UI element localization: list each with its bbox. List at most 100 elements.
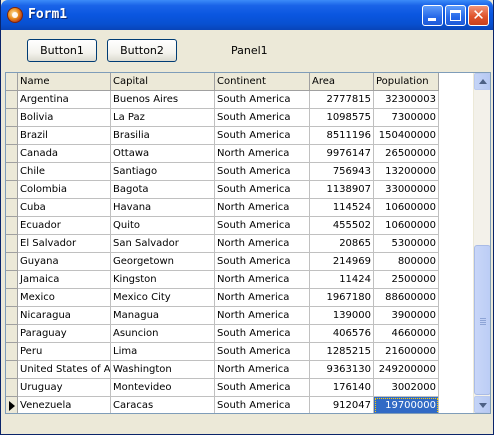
grid-cell-continent[interactable]: North America xyxy=(215,361,310,379)
grid-cell-area[interactable]: 1967180 xyxy=(310,289,374,307)
grid-cell-continent[interactable]: South America xyxy=(215,127,310,145)
grid-cell-continent[interactable]: South America xyxy=(215,217,310,235)
grid-cell-name[interactable]: Jamaica xyxy=(18,271,111,289)
grid-cell-name[interactable]: Canada xyxy=(18,145,111,163)
button2[interactable]: Button2 xyxy=(107,39,177,62)
grid-cell-capital[interactable]: Mexico City xyxy=(111,289,215,307)
grid-cell-area[interactable]: 756943 xyxy=(310,163,374,181)
grid-cell-capital[interactable]: Georgetown xyxy=(111,253,215,271)
grid-cell-continent[interactable]: North America xyxy=(215,271,310,289)
grid-cell-name[interactable]: Paraguay xyxy=(18,325,111,343)
data-grid[interactable]: Name Capital Continent Area Population Argent… xyxy=(5,72,491,414)
grid-cell-capital[interactable]: Buenos Aires xyxy=(111,91,215,109)
grid-cell-name[interactable]: El Salvador xyxy=(18,235,111,253)
grid-cell-continent[interactable]: North America xyxy=(215,307,310,325)
grid-cell-continent[interactable]: South America xyxy=(215,163,310,181)
row-indicator[interactable] xyxy=(6,199,18,217)
grid-cell-capital[interactable]: Havana xyxy=(111,199,215,217)
grid-cell-area[interactable]: 406576 xyxy=(310,325,374,343)
grid-cell-name[interactable]: Brazil xyxy=(18,127,111,145)
grid-cell-capital[interactable]: Santiago xyxy=(111,163,215,181)
grid-cell-population[interactable]: 21600000 xyxy=(374,343,439,361)
grid-cell-name[interactable]: Guyana xyxy=(18,253,111,271)
scroll-down-button[interactable] xyxy=(474,396,490,413)
scroll-thumb[interactable] xyxy=(474,245,490,395)
row-indicator[interactable] xyxy=(6,289,18,307)
grid-cell-capital[interactable]: San Salvador xyxy=(111,235,215,253)
grid-cell-population[interactable]: 3002000 xyxy=(374,379,439,397)
grid-cell-population[interactable]: 5300000 xyxy=(374,235,439,253)
row-indicator[interactable] xyxy=(6,325,18,343)
grid-cell-continent[interactable]: North America xyxy=(215,235,310,253)
row-indicator[interactable] xyxy=(6,307,18,325)
grid-cell-continent[interactable]: South America xyxy=(215,397,310,413)
grid-cell-area[interactable]: 20865 xyxy=(310,235,374,253)
grid-cell-continent[interactable]: South America xyxy=(215,379,310,397)
grid-cell-capital[interactable]: Lima xyxy=(111,343,215,361)
row-indicator[interactable] xyxy=(6,361,18,379)
column-header-area[interactable]: Area xyxy=(310,73,374,91)
grid-cell-capital[interactable]: Brasilia xyxy=(111,127,215,145)
grid-cell-population[interactable]: 7300000 xyxy=(374,109,439,127)
grid-cell-continent[interactable]: North America xyxy=(215,199,310,217)
grid-cell-continent[interactable]: North America xyxy=(215,289,310,307)
grid-cell-area[interactable]: 1285215 xyxy=(310,343,374,361)
grid-cell-population[interactable]: 32300003 xyxy=(374,91,439,109)
title-bar[interactable]: Form1 ✕ xyxy=(1,0,493,30)
grid-cell-population[interactable]: 2500000 xyxy=(374,271,439,289)
row-indicator[interactable] xyxy=(6,379,18,397)
grid-cell-capital[interactable]: Caracas xyxy=(111,397,215,413)
grid-cell-area[interactable]: 11424 xyxy=(310,271,374,289)
grid-cell-capital[interactable]: Asuncion xyxy=(111,325,215,343)
grid-cell-name[interactable]: Cuba xyxy=(18,199,111,217)
grid-cell-area[interactable]: 114524 xyxy=(310,199,374,217)
column-header-population[interactable]: Population xyxy=(374,73,439,91)
grid-cell-name[interactable]: Mexico xyxy=(18,289,111,307)
maximize-button[interactable] xyxy=(445,5,466,26)
grid-cell-continent[interactable]: North America xyxy=(215,145,310,163)
grid-cell-population[interactable]: 88600000 xyxy=(374,289,439,307)
grid-cell-population[interactable]: 19700000 xyxy=(374,397,439,413)
grid-cell-population[interactable]: 3900000 xyxy=(374,307,439,325)
grid-cell-population[interactable]: 150400000 xyxy=(374,127,439,145)
grid-cell-area[interactable]: 8511196 xyxy=(310,127,374,145)
grid-cell-area[interactable]: 912047 xyxy=(310,397,374,413)
grid-cell-capital[interactable]: Quito xyxy=(111,217,215,235)
grid-cell-name[interactable]: Argentina xyxy=(18,91,111,109)
grid-cell-area[interactable]: 139000 xyxy=(310,307,374,325)
grid-cell-population[interactable]: 26500000 xyxy=(374,145,439,163)
grid-cell-continent[interactable]: South America xyxy=(215,91,310,109)
grid-cell-name[interactable]: Nicaragua xyxy=(18,307,111,325)
close-button[interactable]: ✕ xyxy=(468,5,489,26)
grid-cell-area[interactable]: 214969 xyxy=(310,253,374,271)
grid-cell-area[interactable]: 455502 xyxy=(310,217,374,235)
grid-cell-capital[interactable]: La Paz xyxy=(111,109,215,127)
column-header-continent[interactable]: Continent xyxy=(215,73,310,91)
row-indicator[interactable] xyxy=(6,271,18,289)
grid-cell-name[interactable]: Colombia xyxy=(18,181,111,199)
grid-cell-capital[interactable]: Montevideo xyxy=(111,379,215,397)
minimize-button[interactable] xyxy=(422,5,443,26)
grid-cell-capital[interactable]: Ottawa xyxy=(111,145,215,163)
grid-cell-name[interactable]: Chile xyxy=(18,163,111,181)
grid-cell-name[interactable]: Venezuela xyxy=(18,397,111,413)
grid-cell-population[interactable]: 10600000 xyxy=(374,199,439,217)
grid-cell-capital[interactable]: Managua xyxy=(111,307,215,325)
grid-cell-area[interactable]: 9976147 xyxy=(310,145,374,163)
grid-cell-name[interactable]: Peru xyxy=(18,343,111,361)
grid-cell-continent[interactable]: South America xyxy=(215,343,310,361)
grid-cell-continent[interactable]: South America xyxy=(215,325,310,343)
grid-cell-name[interactable]: Uruguay xyxy=(18,379,111,397)
grid-cell-area[interactable]: 1138907 xyxy=(310,181,374,199)
grid-cell-area[interactable]: 9363130 xyxy=(310,361,374,379)
grid-cell-population[interactable]: 10600000 xyxy=(374,217,439,235)
grid-cell-population[interactable]: 4660000 xyxy=(374,325,439,343)
grid-cell-name[interactable]: United States of America xyxy=(18,361,111,379)
grid-cell-population[interactable]: 33000000 xyxy=(374,181,439,199)
row-indicator[interactable] xyxy=(6,343,18,361)
grid-cell-continent[interactable]: South America xyxy=(215,253,310,271)
grid-cell-area[interactable]: 1098575 xyxy=(310,109,374,127)
row-indicator[interactable] xyxy=(6,397,18,413)
column-header-capital[interactable]: Capital xyxy=(111,73,215,91)
grid-cell-area[interactable]: 2777815 xyxy=(310,91,374,109)
